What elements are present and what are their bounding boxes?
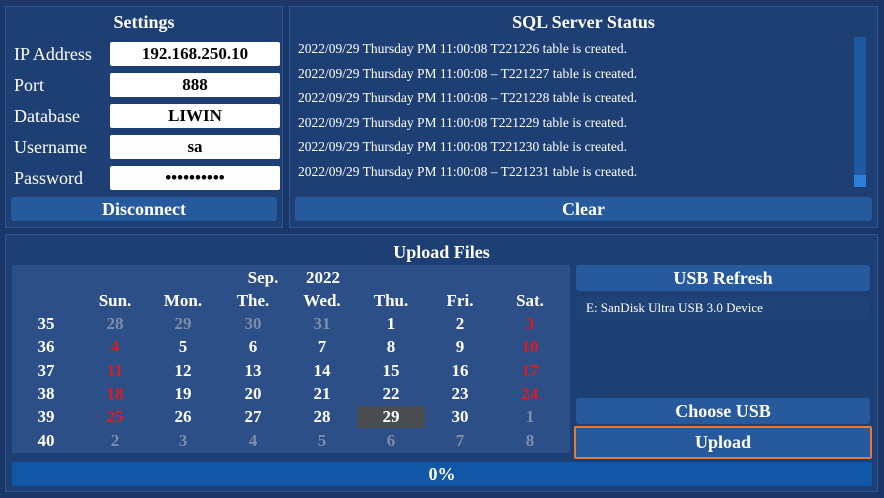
calendar-year: 2022 bbox=[306, 268, 340, 287]
calendar-month: Sep. bbox=[247, 268, 279, 287]
calendar-day[interactable]: 11 bbox=[81, 360, 149, 382]
calendar-day[interactable]: 15 bbox=[357, 360, 425, 382]
upload-button[interactable]: Upload bbox=[574, 426, 872, 459]
calendar-day[interactable]: 22 bbox=[357, 383, 425, 405]
calendar-day[interactable]: 2 bbox=[81, 430, 149, 452]
calendar-day[interactable]: 18 bbox=[81, 383, 149, 405]
calendar-day[interactable]: 3 bbox=[149, 430, 217, 452]
calendar-day[interactable]: 2 bbox=[426, 313, 494, 335]
usb-device-list[interactable]: E: SanDisk Ultra USB 3.0 Device bbox=[576, 297, 870, 319]
upload-files-panel: Upload Files Sep. 2022 Sun. Mon. The. Wed. T… bbox=[5, 234, 878, 492]
settings-panel: Settings IP Address Port Database Username P… bbox=[5, 6, 283, 228]
calendar-day[interactable]: 30 bbox=[219, 313, 287, 335]
calendar-day[interactable]: 8 bbox=[496, 430, 564, 452]
choose-usb-button[interactable]: Choose USB bbox=[576, 398, 870, 424]
calendar: Sep. 2022 Sun. Mon. The. Wed. Thu. Fri. Sat. 35… bbox=[12, 265, 570, 453]
calendar-day[interactable]: 13 bbox=[219, 360, 287, 382]
log-scrollbar-thumb[interactable] bbox=[854, 175, 866, 187]
log-line: 2022/09/29 Thursday PM 11:00:08 – T22122… bbox=[298, 65, 638, 81]
week-number: 39 bbox=[37, 407, 55, 427]
settings-row: Username bbox=[10, 135, 280, 161]
settings-field-input[interactable] bbox=[110, 73, 280, 97]
calendar-day[interactable]: 20 bbox=[219, 383, 287, 405]
settings-row: Port bbox=[10, 73, 280, 99]
week-number: 35 bbox=[37, 314, 55, 333]
calendar-day[interactable]: 4 bbox=[219, 430, 287, 452]
settings-field-input[interactable] bbox=[110, 135, 280, 159]
weekday-header: Mon. bbox=[163, 291, 203, 310]
upload-progress-label: 0% bbox=[428, 464, 456, 484]
calendar-day[interactable]: 26 bbox=[149, 406, 217, 428]
calendar-day[interactable]: 1 bbox=[496, 406, 564, 428]
calendar-day[interactable]: 3 bbox=[496, 313, 564, 335]
calendar-day[interactable]: 25 bbox=[81, 406, 149, 428]
settings-title: Settings bbox=[113, 12, 175, 32]
calendar-day[interactable]: 27 bbox=[219, 406, 287, 428]
week-number: 38 bbox=[37, 383, 55, 403]
calendar-day[interactable]: 1 bbox=[357, 313, 425, 335]
sql-status-title: SQL Server Status bbox=[512, 12, 655, 32]
week-number: 40 bbox=[37, 430, 55, 450]
calendar-day[interactable]: 10 bbox=[496, 336, 564, 358]
sql-status-panel: SQL Server Status 2022/09/29 Thursday PM… bbox=[289, 6, 878, 228]
calendar-day[interactable]: 6 bbox=[357, 430, 425, 452]
log-line: 2022/09/29 Thursday PM 11:00:08 T221229 … bbox=[298, 114, 627, 130]
weekday-header: Sun. bbox=[98, 291, 132, 310]
calendar-day[interactable]: 24 bbox=[496, 383, 564, 405]
settings-field-label: Username bbox=[14, 137, 87, 157]
disconnect-button[interactable]: Disconnect bbox=[11, 197, 277, 221]
upload-progress-bar: 0% bbox=[12, 462, 872, 486]
settings-field-label: IP Address bbox=[14, 44, 92, 64]
calendar-day[interactable]: 21 bbox=[288, 383, 356, 405]
settings-row: IP Address bbox=[10, 42, 280, 68]
settings-field-input[interactable] bbox=[110, 104, 280, 128]
weekday-header: Fri. bbox=[446, 291, 474, 310]
settings-field-input[interactable] bbox=[110, 42, 280, 66]
calendar-day[interactable]: 7 bbox=[288, 336, 356, 358]
log-line: 2022/09/29 Thursday PM 11:00:08 T221226 … bbox=[298, 41, 627, 56]
weekday-header: Thu. bbox=[373, 291, 409, 310]
week-number: 37 bbox=[37, 360, 55, 380]
calendar-day[interactable]: 5 bbox=[288, 430, 356, 452]
calendar-day[interactable]: 28 bbox=[288, 406, 356, 428]
clear-button[interactable]: Clear bbox=[295, 197, 872, 221]
calendar-day[interactable]: 7 bbox=[426, 430, 494, 452]
log-line: 2022/09/29 Thursday PM 11:00:08 T221230 … bbox=[298, 139, 627, 155]
settings-row: Database bbox=[10, 104, 280, 130]
calendar-day[interactable]: 16 bbox=[426, 360, 494, 382]
settings-field-label: Password bbox=[14, 168, 84, 188]
calendar-day[interactable]: 8 bbox=[357, 336, 425, 358]
log-line: 2022/09/29 Thursday PM 11:00:08 – T22122… bbox=[298, 90, 638, 106]
calendar-day[interactable]: 23 bbox=[426, 383, 494, 405]
log-line: 2022/09/29 Thursday PM 11:00:08 – T22123… bbox=[298, 164, 638, 179]
usb-refresh-button[interactable]: USB Refresh bbox=[576, 265, 870, 291]
log-scrollbar[interactable] bbox=[854, 37, 866, 187]
calendar-day[interactable]: 5 bbox=[149, 336, 217, 358]
calendar-day[interactable]: 28 bbox=[81, 313, 149, 335]
week-number: 36 bbox=[37, 337, 55, 357]
usb-device-item[interactable]: E: SanDisk Ultra USB 3.0 Device bbox=[586, 300, 860, 316]
settings-row: Password bbox=[10, 166, 280, 192]
calendar-day[interactable]: 17 bbox=[496, 360, 564, 382]
settings-field-label: Port bbox=[14, 75, 45, 95]
settings-field-label: Database bbox=[14, 106, 80, 126]
calendar-day[interactable]: 12 bbox=[149, 360, 217, 382]
calendar-day[interactable]: 4 bbox=[81, 336, 149, 358]
calendar-day[interactable]: 31 bbox=[288, 313, 356, 335]
calendar-day[interactable]: 14 bbox=[288, 360, 356, 382]
weekday-header: The. bbox=[236, 291, 270, 310]
calendar-day[interactable]: 6 bbox=[219, 336, 287, 358]
calendar-day[interactable]: 19 bbox=[149, 383, 217, 405]
calendar-day[interactable]: 30 bbox=[426, 406, 494, 428]
upload-files-title: Upload Files bbox=[393, 242, 490, 262]
calendar-day[interactable]: 29 bbox=[149, 313, 217, 335]
calendar-day-selected[interactable]: 29 bbox=[357, 406, 425, 429]
weekday-header: Sat. bbox=[516, 291, 544, 310]
weekday-header: Wed. bbox=[303, 291, 341, 310]
calendar-day[interactable]: 9 bbox=[426, 336, 494, 358]
settings-field-input[interactable] bbox=[110, 166, 280, 190]
